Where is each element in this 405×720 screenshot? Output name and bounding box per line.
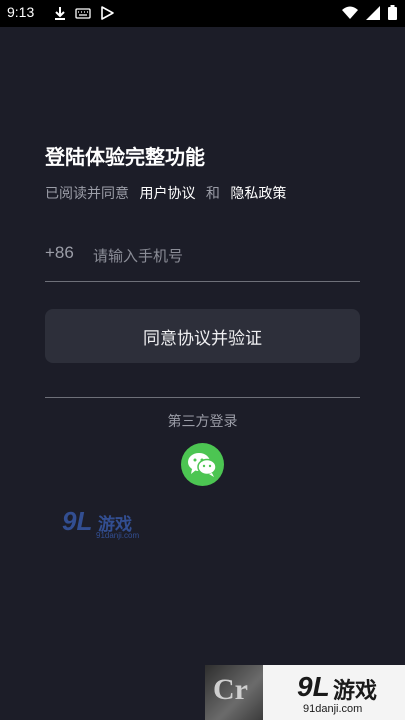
divider: [45, 397, 360, 398]
user-agreement-link[interactable]: 用户协议: [139, 186, 195, 202]
agreement-prefix: 已阅读并同意: [45, 186, 129, 202]
phone-input[interactable]: [91, 240, 355, 272]
third-party-login-label: 第三方登录: [167, 414, 238, 430]
battery-icon: [388, 5, 397, 20]
wechat-login-button[interactable]: [181, 443, 224, 486]
country-code[interactable]: +86: [45, 243, 74, 263]
status-bar: 9:13: [0, 0, 405, 27]
phone-field: +86: [45, 240, 360, 282]
watermark-badge: Cr: [205, 665, 263, 720]
status-time: 9:13: [7, 4, 35, 20]
watermark-banner-url: 91danji.com: [303, 703, 363, 715]
page-title: 登陆体验完整功能: [45, 145, 205, 169]
watermark-banner-number: 9L: [297, 671, 330, 702]
agreement-and: 和: [205, 186, 220, 202]
privacy-policy-link[interactable]: 隐私政策: [230, 186, 286, 202]
watermark-logo: 9L 游戏 91danji.com: [62, 506, 162, 542]
watermark-number: 9L: [62, 506, 93, 536]
play-store-icon: [101, 6, 114, 20]
keyboard-icon: [75, 8, 91, 19]
download-icon: [55, 7, 65, 20]
signal-icon: [366, 5, 380, 20]
watermark-badge-text: Cr: [213, 673, 248, 706]
agreement-line: 已阅读并同意 用户协议 和 隐私政策: [45, 183, 286, 203]
watermark-banner-text: 游戏: [333, 679, 378, 704]
watermark-banner: Cr 9L 游戏 91danji.com: [205, 665, 405, 720]
watermark-url: 91danji.com: [96, 531, 140, 540]
wifi-icon: [342, 6, 358, 19]
wechat-icon: [188, 453, 217, 477]
status-right-icons: [342, 5, 397, 20]
agree-verify-button[interactable]: 同意协议并验证: [45, 309, 360, 363]
